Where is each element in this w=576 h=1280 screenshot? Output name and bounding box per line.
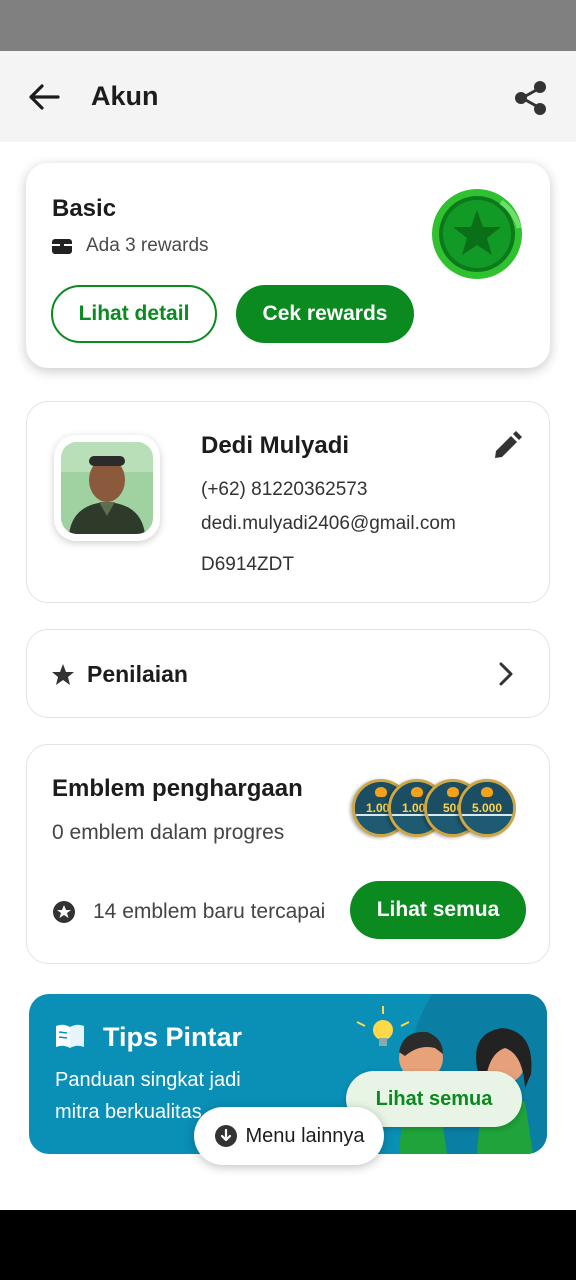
badges-see-all-button[interactable]: Lihat semua bbox=[350, 881, 526, 939]
vehicle-plate: D6914ZDT bbox=[201, 554, 294, 575]
badges-title: Emblem penghargaan bbox=[52, 775, 303, 802]
tips-subtitle: mitra berkualitas bbox=[55, 1101, 202, 1123]
star-circle-icon bbox=[53, 901, 75, 923]
more-menu-label: Menu lainnya bbox=[245, 1124, 365, 1147]
back-arrow-icon[interactable] bbox=[22, 77, 68, 117]
tips-title: Tips Pintar bbox=[103, 1022, 243, 1052]
chevron-right-icon bbox=[499, 662, 513, 686]
tier-name: Basic bbox=[52, 195, 117, 222]
profile-email: dedi.mulyadi2406@gmail.com bbox=[201, 513, 456, 534]
membership-card: Basic Ada 3 rewards Lihat detail Cek rew… bbox=[26, 163, 550, 368]
rating-row[interactable]: Penilaian bbox=[26, 629, 550, 718]
share-icon[interactable] bbox=[510, 77, 552, 119]
profile-phone: (+62) 81220362573 bbox=[201, 479, 368, 500]
badge-coin-stack[interactable]: 1.000 1.000 500 5.000 bbox=[352, 779, 522, 841]
rating-label: Penilaian bbox=[87, 661, 188, 687]
book-icon bbox=[56, 1024, 84, 1048]
badges-card: Emblem penghargaan 0 emblem dalam progre… bbox=[26, 744, 550, 964]
more-menu-button[interactable]: Menu lainnya bbox=[194, 1107, 384, 1165]
rewards-count-text: Ada 3 rewards bbox=[86, 235, 209, 256]
reward-box-icon bbox=[52, 239, 72, 254]
status-bar bbox=[0, 0, 576, 51]
profile-photo bbox=[61, 442, 153, 534]
arrow-down-circle-icon bbox=[214, 1125, 237, 1147]
badges-progress-text: 0 emblem dalam progres bbox=[52, 821, 285, 844]
app-bar: Akun bbox=[0, 51, 576, 142]
badge-coin: 5.000 bbox=[458, 779, 516, 837]
view-detail-button[interactable]: Lihat detail bbox=[51, 285, 217, 343]
badges-achieved-text: 14 emblem baru tercapai bbox=[93, 900, 326, 923]
avatar[interactable] bbox=[54, 435, 160, 541]
check-rewards-button[interactable]: Cek rewards bbox=[236, 285, 414, 343]
tips-subtitle: Panduan singkat jadi bbox=[55, 1069, 241, 1091]
tier-star-badge-icon bbox=[432, 189, 522, 279]
star-icon bbox=[52, 664, 74, 685]
profile-card: Dedi Mulyadi (+62) 81220362573 dedi.muly… bbox=[26, 401, 550, 603]
edit-pencil-icon[interactable] bbox=[491, 430, 523, 462]
system-navigation-bar bbox=[0, 1210, 576, 1280]
page-title: Akun bbox=[91, 81, 159, 111]
profile-name: Dedi Mulyadi bbox=[201, 432, 350, 459]
